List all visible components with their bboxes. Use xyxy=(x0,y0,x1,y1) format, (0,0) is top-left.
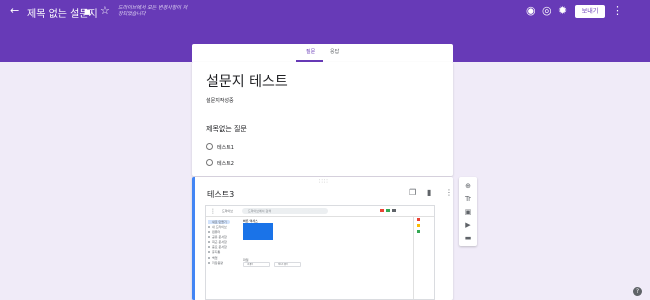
delete-image-icon[interactable]: ▮ xyxy=(427,188,431,197)
add-section-icon[interactable]: ▬ xyxy=(463,234,473,242)
radio-option-1[interactable] xyxy=(206,143,213,150)
embedded-file-chip: 테스트 폴더 xyxy=(274,262,301,267)
option-label-2[interactable]: 테스트2 xyxy=(217,160,234,167)
embedded-highlight-mark xyxy=(386,209,390,212)
question-title-input[interactable]: 테스트3 xyxy=(207,189,234,200)
embedded-right-panel-divider xyxy=(413,216,414,299)
embedded-search-placeholder: 드라이브에서 검색 xyxy=(248,209,272,213)
send-button[interactable]: 보내기 xyxy=(575,5,605,18)
embedded-sidebar-item: 중요 문서함 xyxy=(212,245,227,249)
form-header-card: 설문지 테스트 설문지작성중 제목없는 질문 테스트1 테스트2 xyxy=(192,62,453,176)
add-image-icon[interactable]: ▣ xyxy=(463,208,473,216)
star-icon[interactable]: ☆ xyxy=(100,5,110,17)
embedded-file-thumbnail xyxy=(243,223,273,244)
embedded-file-chip-label: 새 폴더 xyxy=(247,264,254,266)
back-arrow-icon[interactable]: ← xyxy=(10,5,19,17)
embedded-menu-icon: ⋮ xyxy=(210,208,216,215)
embedded-sidebar-item: 백업 xyxy=(212,256,218,260)
tab-responses[interactable]: 응답 xyxy=(330,48,339,55)
embedded-panel-mark xyxy=(417,224,420,227)
embedded-divider xyxy=(206,216,434,217)
embedded-sidebar-item: 공유 문서함 xyxy=(212,235,227,239)
embedded-sidebar-item: 컴퓨터 xyxy=(212,230,221,234)
save-status-text: 드라이브에서 모든 변경사항이 저장되었습니다 xyxy=(118,5,188,17)
radio-option-2[interactable] xyxy=(206,159,213,166)
embedded-sidebar-dot xyxy=(208,251,210,253)
embedded-sidebar-dot xyxy=(208,231,210,233)
embedded-highlight-mark xyxy=(380,209,384,212)
floating-toolbar: ⊕ Tr ▣ ▶ ▬ xyxy=(459,177,477,246)
question-title[interactable]: 제목없는 질문 xyxy=(206,124,247,134)
embedded-panel-mark xyxy=(417,218,420,221)
option-label-1[interactable]: 테스트1 xyxy=(217,144,234,151)
palette-icon[interactable]: ◉ xyxy=(526,5,536,17)
embedded-file-chip: 새 폴더 xyxy=(243,262,270,267)
embedded-panel-mark xyxy=(417,230,420,233)
add-question-icon[interactable]: ⊕ xyxy=(463,182,473,190)
embedded-highlight-mark xyxy=(392,209,396,212)
more-vert-icon[interactable]: ⋮ xyxy=(612,5,623,17)
embedded-file-chip-label: 테스트 폴더 xyxy=(278,264,288,266)
add-title-icon[interactable]: Tr xyxy=(463,195,473,203)
embedded-sidebar-dot xyxy=(208,226,210,228)
folder-icon[interactable]: ■ xyxy=(84,6,91,18)
tab-questions[interactable]: 질문 xyxy=(306,48,315,55)
add-video-icon[interactable]: ▶ xyxy=(463,221,473,229)
settings-gear-icon[interactable]: ✹ xyxy=(558,5,567,17)
help-icon[interactable]: ? xyxy=(633,287,642,296)
embedded-sidebar-item: 내 드라이브 xyxy=(212,225,227,229)
embedded-sidebar-dot xyxy=(208,262,210,264)
embedded-sidebar-item: 최근 문서함 xyxy=(212,240,227,244)
embedded-sidebar-dot xyxy=(208,236,210,238)
embedded-search-bar: 드라이브에서 검색 xyxy=(242,208,328,214)
embedded-sidebar-dot xyxy=(208,257,210,259)
drag-handle-icon[interactable]: ∷∷ xyxy=(319,178,329,185)
more-vert-icon[interactable]: ⋮ xyxy=(445,188,453,197)
active-question-card[interactable]: ∷∷ 테스트3 ❐ ▮ ⋮ ⋮ 드라이브 드라이브에서 검색 새로 만들기 내 … xyxy=(192,177,453,300)
embedded-drive-screenshot: ⋮ 드라이브 드라이브에서 검색 새로 만들기 내 드라이브 컴퓨터 공유 문서… xyxy=(205,205,435,300)
form-title[interactable]: 설문지 테스트 xyxy=(206,71,288,91)
form-description[interactable]: 설문지작성중 xyxy=(206,97,234,104)
embedded-logo: 드라이브 xyxy=(222,209,234,213)
embedded-sidebar-item: 휴지통 xyxy=(212,250,221,254)
embedded-sidebar-dot xyxy=(208,246,210,248)
embedded-sidebar-item: 새로 만들기 xyxy=(212,220,227,224)
embedded-thumbnail-caption xyxy=(243,240,273,244)
copy-image-icon[interactable]: ❐ xyxy=(409,188,416,197)
embedded-sidebar-item: 저장용량 xyxy=(212,261,224,265)
preview-eye-icon[interactable]: ◎ xyxy=(542,5,552,17)
embedded-sidebar-dot xyxy=(208,241,210,243)
